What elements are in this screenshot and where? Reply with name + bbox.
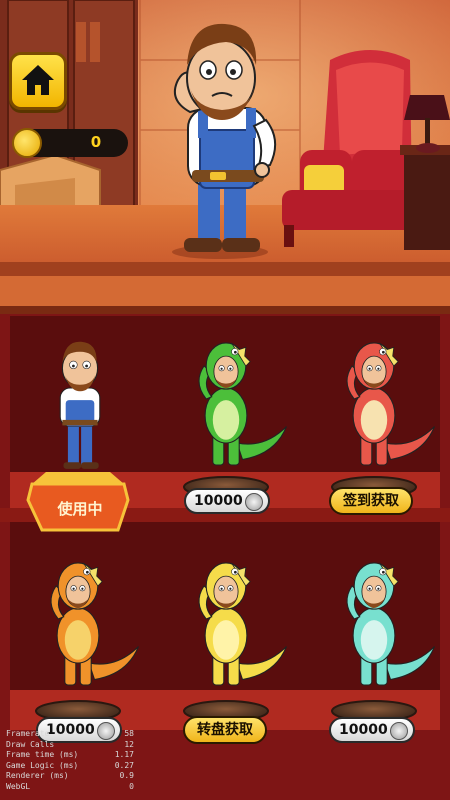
debug-label: Game Logic (ms): [6, 760, 79, 770]
home-button[interactable]: [9, 52, 67, 110]
coin-icon: [12, 128, 42, 158]
spin-wheel-get-button[interactable]: 转盘获取: [183, 716, 267, 744]
debug-value: 0.9: [119, 771, 134, 780]
debug-label: Framerate: [6, 729, 50, 738]
coin-value: 0: [90, 133, 102, 151]
price-button-dino-green[interactable]: 10000: [184, 488, 270, 514]
debug-label: Frame time (ms): [6, 750, 79, 759]
price-label: 10000: [339, 722, 388, 738]
debug-value: 1.17: [114, 750, 134, 759]
debug-value: 0.27: [114, 760, 134, 770]
debug-label: WebGL: [6, 781, 31, 791]
price-button-dino-teal[interactable]: 10000: [329, 717, 415, 743]
home-icon: [22, 65, 54, 95]
debug-label: Renderer (ms): [6, 771, 69, 780]
silver-coin-icon: [390, 722, 408, 740]
silver-coin-icon: [245, 493, 263, 511]
coin-balance: 0: [12, 128, 128, 158]
debug-value: 12: [124, 739, 134, 749]
debug-label: Draw Calls: [6, 739, 55, 749]
debug-stats: Framerate 58 Draw Calls 12 Frame time (ms)…: [6, 729, 134, 792]
skin-status-in-use: 使用中: [57, 500, 103, 518]
debug-value: 58: [124, 729, 134, 738]
price-label: 10000: [194, 493, 243, 509]
signin-get-button[interactable]: 签到获取: [329, 487, 413, 515]
game-scene: [0, 0, 450, 800]
debug-value: 0: [129, 781, 134, 791]
